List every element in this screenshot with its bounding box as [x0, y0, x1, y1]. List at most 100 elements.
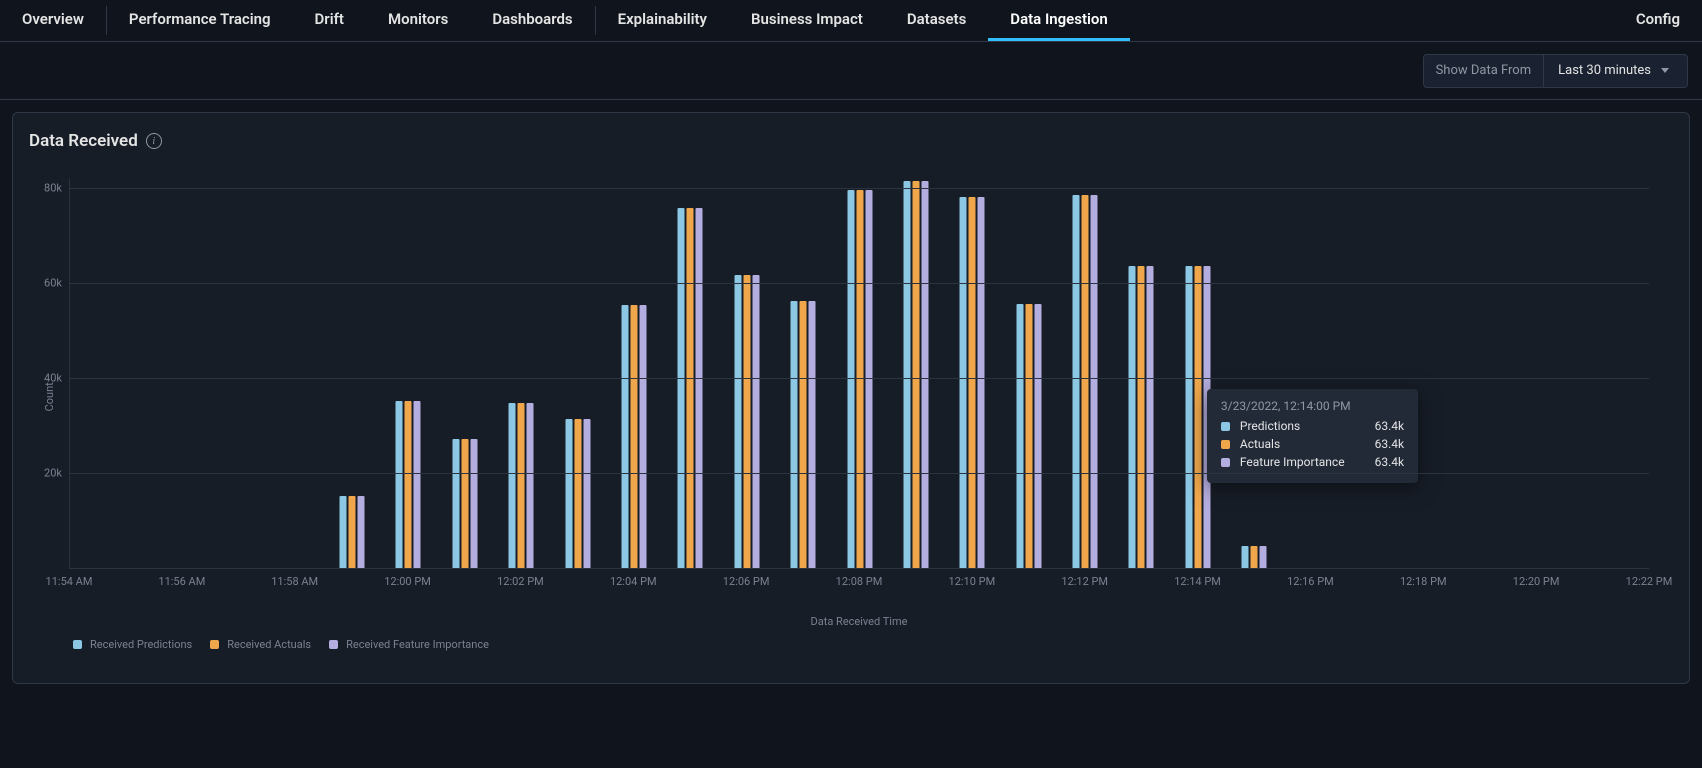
legend-item[interactable]: Received Actuals — [210, 638, 311, 651]
bar — [1185, 266, 1192, 568]
legend-label: Received Feature Importance — [346, 638, 489, 651]
bar — [1147, 266, 1154, 568]
bar — [743, 275, 750, 568]
bar — [1034, 304, 1041, 568]
bar-group[interactable] — [734, 275, 759, 568]
bar — [574, 419, 581, 568]
time-range-value: Last 30 minutes — [1558, 63, 1651, 78]
bar — [1129, 266, 1136, 568]
legend-item[interactable]: Received Predictions — [73, 638, 192, 651]
bar-group[interactable] — [1242, 546, 1267, 568]
plot-area[interactable]: 3/23/2022, 12:14:00 PM Predictions63.4kA… — [69, 179, 1649, 569]
x-tick-label: 11:58 AM — [271, 575, 318, 588]
nav-tabs: OverviewPerformance TracingDriftMonitors… — [0, 0, 1702, 42]
bar — [452, 439, 459, 568]
bar — [565, 419, 572, 568]
x-tick-label: 12:18 PM — [1400, 575, 1447, 588]
bar — [1138, 266, 1145, 568]
x-tick-label: 11:54 AM — [46, 575, 93, 588]
bar — [1091, 195, 1098, 568]
x-tick-label: 12:10 PM — [949, 575, 996, 588]
legend-swatch — [210, 640, 219, 649]
x-tick-label: 11:56 AM — [158, 575, 205, 588]
bar-group[interactable] — [791, 301, 816, 568]
bar — [969, 197, 976, 568]
bar — [621, 305, 628, 568]
time-range-dropdown[interactable]: Show Data From Last 30 minutes — [1423, 54, 1688, 88]
bar — [696, 208, 703, 569]
bar-group[interactable] — [621, 305, 646, 568]
bar — [396, 401, 403, 568]
bar-group[interactable] — [396, 401, 421, 568]
chevron-down-icon — [1661, 68, 1669, 73]
bar-group[interactable] — [1073, 195, 1098, 568]
x-tick-label: 12:22 PM — [1626, 575, 1673, 588]
bar — [687, 208, 694, 569]
legend-label: Received Predictions — [90, 638, 192, 651]
y-tick-label: 80k — [44, 182, 70, 195]
legend-label: Received Actuals — [227, 638, 311, 651]
bar — [734, 275, 741, 568]
gridline — [70, 283, 1649, 284]
tab-business-impact[interactable]: Business Impact — [729, 0, 885, 41]
bar-group[interactable] — [509, 403, 534, 569]
x-tick-label: 12:12 PM — [1061, 575, 1108, 588]
x-tick-label: 12:06 PM — [723, 575, 770, 588]
tab-data-ingestion[interactable]: Data Ingestion — [988, 0, 1129, 41]
chart: Count 3/23/2022, 12:14:00 PM Predictions… — [13, 169, 1689, 683]
bar-group[interactable] — [960, 197, 985, 568]
gridline — [70, 378, 1649, 379]
bar — [639, 305, 646, 568]
bar — [414, 401, 421, 568]
panel-title: Data Received — [29, 131, 138, 151]
bar — [348, 496, 355, 568]
gridline — [70, 188, 1649, 189]
bar — [1203, 266, 1210, 568]
y-tick-label: 60k — [44, 277, 70, 290]
bar-group[interactable] — [1016, 304, 1041, 568]
bar — [1082, 195, 1089, 568]
y-tick-label: 20k — [44, 467, 70, 480]
bar — [527, 403, 534, 569]
bar — [1073, 195, 1080, 568]
x-tick-label: 12:16 PM — [1287, 575, 1334, 588]
x-tick-label: 12:04 PM — [610, 575, 657, 588]
x-tick-label: 12:08 PM — [836, 575, 883, 588]
bar — [800, 301, 807, 568]
tab-explainability[interactable]: Explainability — [596, 0, 729, 41]
bar — [583, 419, 590, 568]
time-range-label: Show Data From — [1424, 55, 1545, 87]
bar — [1016, 304, 1023, 568]
tab-drift[interactable]: Drift — [293, 0, 366, 41]
bar-group[interactable] — [1129, 266, 1154, 568]
tab-config[interactable]: Config — [1614, 0, 1702, 41]
legend-item[interactable]: Received Feature Importance — [329, 638, 489, 651]
chart-legend: Received Predictions Received Actuals Rece… — [69, 638, 1649, 651]
bar — [405, 401, 412, 568]
data-received-panel: Data Received i Count 3/23/2022, 12:14:0… — [12, 112, 1690, 684]
info-icon[interactable]: i — [146, 133, 162, 149]
bar-group[interactable] — [1185, 266, 1210, 568]
bar — [752, 275, 759, 568]
tab-datasets[interactable]: Datasets — [885, 0, 988, 41]
tab-overview[interactable]: Overview — [0, 0, 106, 41]
bars-layer — [70, 179, 1649, 568]
bar-group[interactable] — [903, 181, 928, 568]
bar — [1251, 546, 1258, 568]
bar — [1242, 546, 1249, 568]
tab-performance-tracing[interactable]: Performance Tracing — [107, 0, 293, 41]
bar-group[interactable] — [565, 419, 590, 568]
bar — [461, 439, 468, 568]
bar-group[interactable] — [452, 439, 477, 568]
legend-swatch — [329, 640, 338, 649]
bar-group[interactable] — [678, 208, 703, 569]
bar-group[interactable] — [339, 496, 364, 568]
bar — [1194, 266, 1201, 568]
bar — [678, 208, 685, 569]
y-tick-label: 40k — [44, 372, 70, 385]
bar — [791, 301, 798, 568]
bar — [509, 403, 516, 569]
tab-dashboards[interactable]: Dashboards — [470, 0, 594, 41]
x-tick-label: 12:02 PM — [497, 575, 544, 588]
tab-monitors[interactable]: Monitors — [366, 0, 470, 41]
